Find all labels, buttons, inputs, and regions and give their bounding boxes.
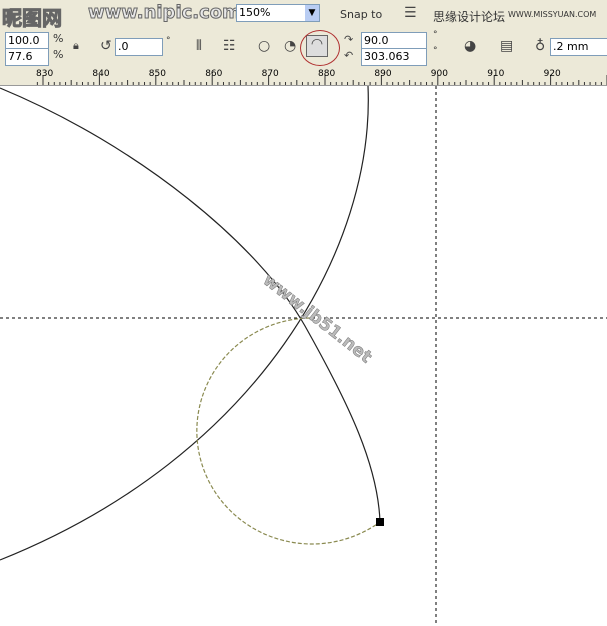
ruler-ticks: 830 840 850 860 870 880 890 900 910 920 xyxy=(36,69,607,85)
direction-icon[interactable]: ◕ xyxy=(464,38,476,54)
mirror-horizontal-icon[interactable]: ⫴ xyxy=(196,38,202,54)
logo-nipic: 昵图网 xyxy=(2,6,63,31)
outline-width-input[interactable]: .2 mm xyxy=(550,38,607,56)
arc-end-node[interactable] xyxy=(376,518,384,526)
percent-label: % xyxy=(53,32,64,45)
wrap-text-icon[interactable]: ▤ xyxy=(500,38,513,54)
degree-label: ° xyxy=(433,30,438,40)
end-angle-icon: ↶ xyxy=(344,49,354,62)
property-bar: 100.0 77.6 % % 🔒︎ ↺ .0 ° ⫴ ☷ ○ ◔ ◠ ↷ ↶ 9… xyxy=(0,30,607,67)
degree-label: ° xyxy=(166,36,171,46)
outline-pen-icon: ♁ xyxy=(535,38,546,54)
drawing-canvas[interactable]: www.jb51.net xyxy=(0,86,607,626)
zoom-level-select[interactable]: 150% ▼ xyxy=(236,4,320,22)
ruler-label: 860 xyxy=(205,69,222,79)
rotate-icon: ↺ xyxy=(100,38,112,54)
horizontal-ruler[interactable]: 830 840 850 860 870 880 890 900 910 920 xyxy=(0,67,607,86)
ruler-label: 910 xyxy=(487,69,504,79)
ruler-label: 870 xyxy=(262,69,279,79)
mirror-vertical-icon[interactable]: ☷ xyxy=(223,38,236,54)
ruler-label: 890 xyxy=(374,69,391,79)
ellipse-icon[interactable]: ○ xyxy=(258,38,270,54)
percent-label: % xyxy=(53,48,64,61)
site-url: WWW.MISSYUAN.COM xyxy=(508,10,597,19)
ruler-label: 840 xyxy=(92,69,109,79)
options-icon[interactable]: ☰ xyxy=(404,5,417,21)
ruler-label: 850 xyxy=(149,69,166,79)
pie-icon[interactable]: ◔ xyxy=(284,38,296,54)
standard-toolbar: 昵图网 www.nipic.com 150% ▼ Snap to ☰ 思缘设计论坛… xyxy=(0,0,607,31)
rotation-input[interactable]: .0 xyxy=(115,38,163,56)
snap-to-dropdown[interactable]: Snap to xyxy=(340,8,382,21)
site-name: 思缘设计论坛 xyxy=(433,10,506,24)
start-angle-icon: ↷ xyxy=(344,33,354,46)
zoom-value: 150% xyxy=(239,6,271,19)
large-arc-curve[interactable] xyxy=(0,87,381,523)
logo-nipic-url: www.nipic.com xyxy=(88,2,242,24)
ruler-label: 830 xyxy=(36,69,53,79)
scale-y-input[interactable]: 77.6 xyxy=(5,48,49,66)
ruler-label: 920 xyxy=(544,69,561,79)
ruler-label: 900 xyxy=(431,69,448,79)
end-angle-input[interactable]: 303.063 xyxy=(361,48,427,66)
chevron-down-icon[interactable]: ▼ xyxy=(305,5,319,21)
watermark: www.jb51.net xyxy=(259,270,376,367)
highlight-circle xyxy=(300,30,340,66)
lock-icon[interactable]: 🔒︎ xyxy=(73,39,79,53)
ruler-label: 880 xyxy=(318,69,335,79)
degree-label: ° xyxy=(433,46,438,56)
